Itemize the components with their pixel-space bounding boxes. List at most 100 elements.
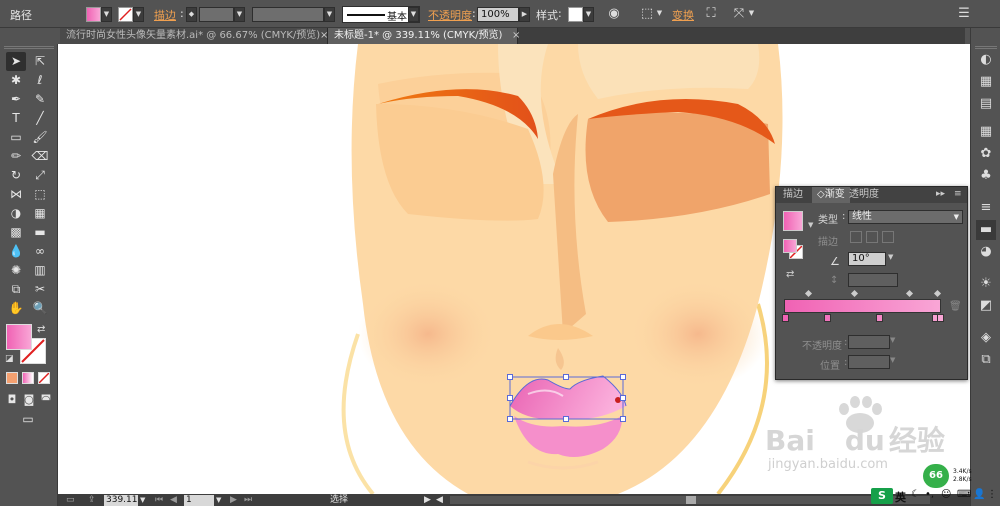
pencil-tool-icon[interactable]: ✏ [6, 147, 26, 166]
stroke-weight-field[interactable] [199, 7, 234, 22]
draw-inside-icon[interactable]: ◚ [38, 390, 54, 409]
artboard-dropdown[interactable]: ▼ [216, 494, 221, 506]
stop-opacity-input[interactable] [848, 335, 890, 349]
midpoint-diamond[interactable] [933, 289, 942, 298]
rotate-tool-icon[interactable]: ↻ [6, 166, 26, 185]
width-tool-icon[interactable]: ⋈ [6, 185, 26, 204]
variable-width-dropdown[interactable]: ▼ [324, 7, 335, 22]
scale-tool-icon[interactable]: ⤢ [30, 166, 50, 185]
direct-selection-tool-icon[interactable]: ⇱ [30, 52, 50, 71]
paintbrush-tool-icon[interactable]: 🖌 [30, 128, 50, 147]
color-stop[interactable] [876, 314, 883, 322]
default-colors-icon[interactable]: ◪ [5, 354, 14, 364]
free-transform-tool-icon[interactable]: ⬚ [30, 185, 50, 204]
tab-stroke[interactable]: 描边 [778, 187, 808, 203]
color-guide-icon[interactable]: ▦ [976, 72, 996, 92]
magic-wand-tool-icon[interactable]: ✱ [6, 71, 26, 90]
panel-options-icon[interactable]: ≡ [954, 189, 962, 199]
brush-definition-dropdown[interactable]: ▼ [408, 7, 419, 22]
transform-link[interactable]: 变换 [672, 7, 694, 23]
bbox-handle-r[interactable] [620, 395, 626, 401]
color-stop[interactable] [824, 314, 831, 322]
pen-tool-icon[interactable]: ✒ [6, 90, 26, 109]
bbox-handle-br[interactable] [620, 416, 626, 422]
gradient-panel-icon[interactable]: ▬ [976, 220, 996, 240]
slice-tool-icon[interactable]: ✂ [30, 280, 50, 299]
eraser-tool-icon[interactable]: ⌫ [30, 147, 50, 166]
tab-document-1[interactable]: 流行时尚女性头像矢量素材.ai* @ 66.67% (CMYK/预览) × [60, 28, 328, 44]
stroke-along-icon[interactable] [866, 231, 878, 243]
keyboard-icon[interactable]: ⌨ [957, 489, 971, 500]
stroke-panel-icon[interactable]: ≡ [976, 198, 996, 218]
gradient-preset-dropdown[interactable]: ▼ [808, 221, 813, 229]
color-panel-icon[interactable]: ◐ [976, 50, 996, 70]
dock-grip[interactable] [975, 46, 997, 49]
first-artboard-button[interactable]: ⏮ [155, 494, 163, 506]
bbox-handle-tr[interactable] [620, 374, 626, 380]
zoom-level-input[interactable]: 339.11 [104, 495, 138, 506]
speed-badge[interactable]: 66 [923, 464, 949, 488]
aspect-ratio-input[interactable] [848, 273, 898, 287]
zoom-tool-icon[interactable]: 🔍 [30, 299, 50, 318]
angle-dropdown[interactable]: ▼ [888, 253, 893, 261]
stroke-within-icon[interactable] [850, 231, 862, 243]
stop-opacity-dropdown[interactable]: ▼ [890, 336, 895, 344]
color-mode-button[interactable] [6, 372, 18, 384]
curvature-tool-icon[interactable]: ✎ [30, 90, 50, 109]
scroll-left-arrow[interactable]: ◀ [436, 494, 443, 506]
reverse-gradient-icon[interactable]: ⇄ [786, 269, 794, 280]
midpoint-diamond[interactable] [850, 289, 859, 298]
stroke-weight-stepper[interactable]: ◆ [186, 7, 197, 22]
selection-tool-icon[interactable]: ➤ [6, 52, 26, 71]
stroke-dropdown-arrow[interactable]: ▼ [133, 7, 144, 22]
blend-tool-icon[interactable]: ∞ [30, 242, 50, 261]
delete-stop-icon[interactable]: 🗑 [949, 301, 962, 312]
graphic-style-dropdown[interactable]: ▼ [583, 7, 594, 22]
transparency-panel-icon[interactable]: ◕ [976, 242, 996, 262]
panel-menu-icon[interactable]: ☰ [955, 5, 973, 23]
align-dropdown[interactable]: ▼ [654, 7, 665, 22]
stroke-swatch[interactable] [118, 7, 133, 22]
more-options-dropdown[interactable]: ▼ [746, 7, 757, 22]
draw-normal-icon[interactable]: ◘ [4, 390, 20, 409]
opacity-link[interactable]: 不透明度 [428, 7, 472, 23]
tab-document-2[interactable]: 未标题-1* @ 339.11% (CMYK/预览) × [328, 28, 520, 44]
last-artboard-button[interactable]: ⏭ [244, 494, 252, 506]
sogou-ime-icon[interactable]: S [871, 488, 893, 504]
mesh-tool-icon[interactable]: ▩ [6, 223, 26, 242]
artboard-number-input[interactable]: 1 [184, 495, 214, 506]
bbox-handle-tl[interactable] [507, 374, 513, 380]
screen-mode-icon[interactable]: ▭ [18, 410, 38, 429]
midpoint-diamond[interactable] [905, 289, 914, 298]
gradient-type-select[interactable]: 线性 ▼ [848, 210, 963, 224]
swatch-library-icon[interactable]: ▦ [976, 122, 996, 142]
perspective-grid-tool-icon[interactable]: ▦ [30, 204, 50, 223]
tab-close-icon[interactable]: × [512, 28, 520, 44]
zoom-dropdown[interactable]: ▼ [140, 494, 145, 506]
symbol-sprayer-tool-icon[interactable]: ✺ [6, 261, 26, 280]
collapse-panel-icon[interactable]: ▸▸ [936, 189, 945, 199]
symbols-panel-icon[interactable]: ♣ [976, 166, 996, 186]
view-icon[interactable]: ▭ [66, 494, 75, 506]
isolate-icon[interactable]: ⛶ [702, 5, 720, 23]
share-icon[interactable]: ⇪ [88, 494, 96, 506]
recolor-artwork-icon[interactable]: ◉ [605, 5, 623, 23]
gradient-mode-button[interactable] [22, 372, 34, 384]
opacity-input[interactable]: 100% [477, 7, 519, 22]
bbox-handle-t[interactable] [563, 374, 569, 380]
angle-input[interactable]: 10° [848, 252, 886, 266]
gradient-tool-icon[interactable]: ▬ [30, 223, 50, 242]
midpoint-diamond[interactable] [804, 289, 813, 298]
skin-icon[interactable]: ⋮ [987, 489, 997, 500]
swap-fill-stroke-icon[interactable]: ⇄ [37, 324, 45, 335]
draw-behind-icon[interactable]: ◙ [21, 390, 37, 409]
moon-icon[interactable]: ☾ [911, 489, 920, 500]
color-stop[interactable] [782, 314, 789, 322]
artboard-tool-icon[interactable]: ⧉ [6, 280, 26, 299]
shape-builder-tool-icon[interactable]: ◑ [6, 204, 26, 223]
bbox-handle-b[interactable] [563, 416, 569, 422]
none-mode-button[interactable] [38, 372, 50, 384]
brushes-panel-icon[interactable]: ✿ [976, 144, 996, 164]
stroke-weight-dropdown[interactable]: ▼ [234, 7, 245, 22]
rectangle-tool-icon[interactable]: ▭ [6, 128, 26, 147]
